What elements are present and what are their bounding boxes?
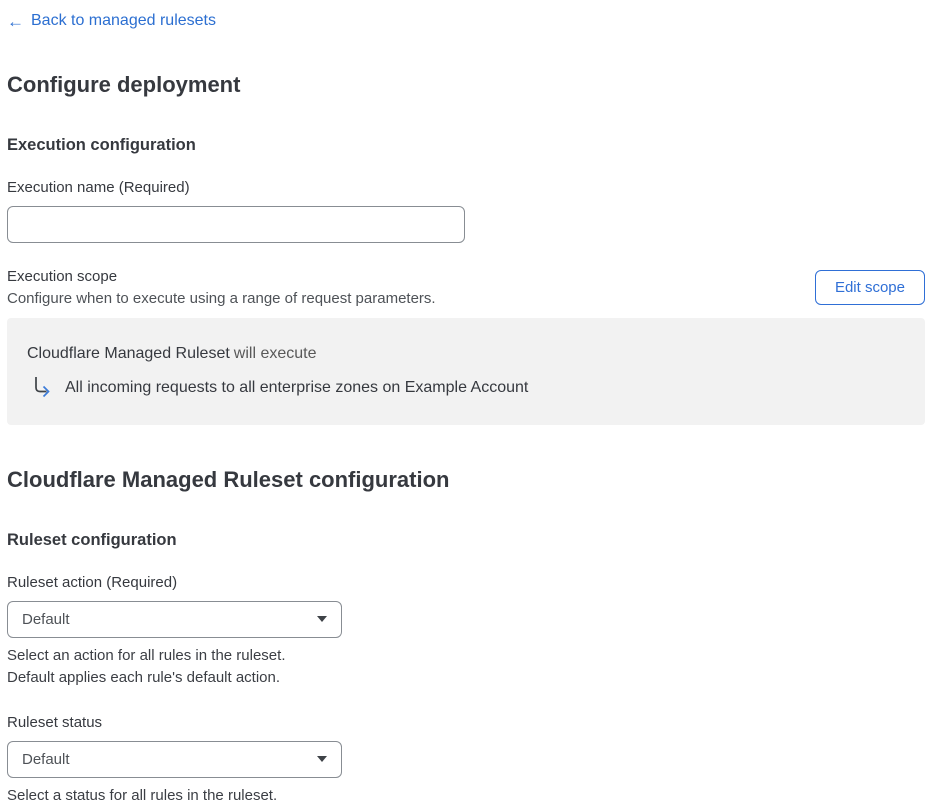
back-link-label: Back to managed rulesets (31, 12, 216, 29)
page-title: Configure deployment (7, 71, 241, 97)
scope-summary-text: All incoming requests to all enterprise … (65, 379, 529, 396)
ruleset-status-label: Ruleset status (7, 713, 103, 731)
edit-scope-button[interactable]: Edit scope (814, 269, 925, 305)
scope-summary-headline: Cloudflare Managed Ruleset will execute (27, 345, 905, 363)
ruleset-action-value: Default (22, 610, 70, 628)
ruleset-status-value: Default (22, 750, 70, 768)
ruleset-action-label: Ruleset action (Required) (7, 573, 178, 591)
ruleset-action-help-1: Select an action for all rules in the ru… (7, 646, 286, 664)
execution-scope-label: Execution scope (7, 267, 118, 285)
ruleset-configuration-heading: Cloudflare Managed Ruleset configuration (7, 466, 450, 492)
execution-name-label: Execution name (Required) (7, 178, 190, 196)
ruleset-action-help-2: Default applies each rule's default acti… (7, 668, 281, 686)
ruleset-status-select[interactable]: Default (7, 740, 342, 778)
branch-arrow-icon (32, 376, 54, 400)
scope-summary-panel: Cloudflare Managed Ruleset will execute A… (7, 317, 925, 425)
ruleset-configuration-subheading: Ruleset configuration (7, 530, 177, 549)
execution-configuration-heading: Execution configuration (7, 135, 196, 154)
dropdown-caret-icon (317, 616, 327, 622)
back-to-managed-rulesets-link[interactable]: ← Back to managed rulesets (7, 12, 216, 30)
execution-scope-description: Configure when to execute using a range … (7, 289, 436, 307)
will-execute-text: will execute (233, 344, 317, 362)
ruleset-name: Cloudflare Managed Ruleset (27, 344, 230, 362)
execution-name-input[interactable] (7, 205, 465, 243)
ruleset-action-select[interactable]: Default (7, 600, 342, 638)
scope-summary-detail: All incoming requests to all enterprise … (32, 376, 905, 400)
execution-scope-row: Execution scope Configure when to execut… (7, 268, 925, 307)
execution-scope-text-block: Execution scope Configure when to execut… (7, 268, 436, 307)
back-arrow-icon: ← (7, 11, 24, 31)
ruleset-status-help-1: Select a status for all rules in the rul… (7, 786, 278, 804)
dropdown-caret-icon (317, 756, 327, 762)
